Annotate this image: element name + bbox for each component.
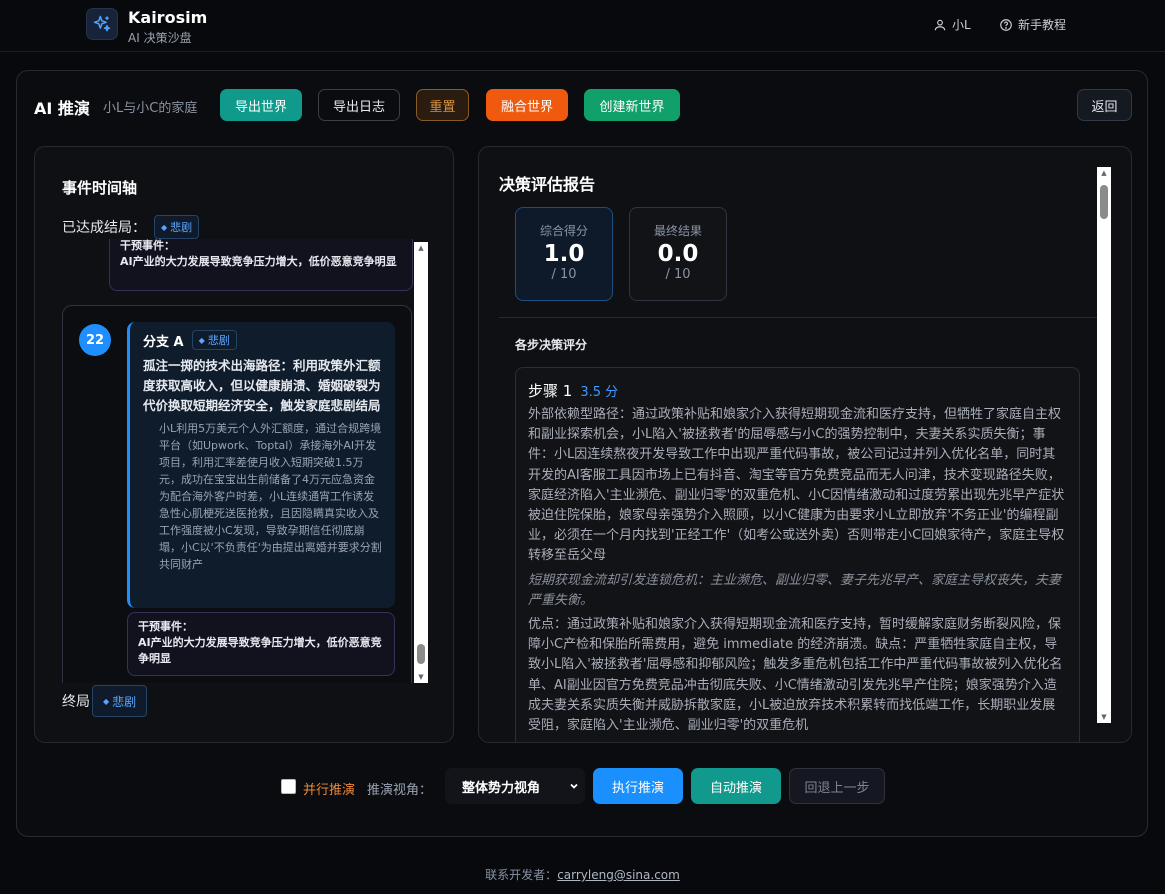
view-select-value: 整体势力视角: [462, 780, 541, 796]
view-select[interactable]: 整体势力视角: [445, 768, 585, 804]
scroll-down-icon[interactable]: ▼: [414, 671, 428, 683]
result-label: 最终结果: [653, 224, 702, 238]
step-card: 22 分支 A ◆ 悲剧 孤注一掷的技术出海路径：利用政策外汇额度获取高收入，但以…: [62, 305, 412, 683]
branch-details: 小L利用5万美元个人外汇额度，通过合规跨境平台（如Upwork、Toptal）承…: [143, 420, 383, 573]
step-report-summary: 短期获现金流却引发连锁危机：主业濒危、副业归零、妻子先兆早产、家庭主导权丧失，夫…: [528, 572, 1062, 608]
step-report-event: 外部依赖型路径：通过政策补贴和娘家介入获得短期现金流和医疗支持，但牺牲了家庭自主…: [528, 407, 1065, 564]
score-max: / 10: [551, 267, 577, 282]
export-world-button[interactable]: 导出世界: [220, 89, 302, 121]
branch-detail-2: 为配合海外客户时差，小L连续通宵工作诱发急性心肌梗死送医抢救，且因隐瞒真实收入及…: [159, 490, 382, 571]
scroll-down-icon[interactable]: ▼: [1097, 711, 1111, 723]
branch-title: 孤注一掷的技术出海路径：利用政策外汇额度获取高收入，但以健康崩溃、婚姻破裂为代价…: [143, 358, 381, 413]
branch-card[interactable]: 分支 A ◆ 悲剧 孤注一掷的技术出海路径：利用政策外汇额度获取高收入，但以健康崩…: [127, 322, 395, 608]
top-bar: Kairosim AI 决策沙盘 小L 新手教程: [0, 0, 1165, 52]
report-divider: [499, 317, 1097, 318]
auto-run-button[interactable]: 自动推演: [691, 768, 781, 804]
reached-ending-tag-text: 悲剧: [170, 221, 193, 234]
score-label: 综合得分: [539, 224, 588, 238]
reached-ending-label: 已达成结局：: [62, 220, 146, 236]
undo-button[interactable]: 回退上一步: [789, 768, 885, 804]
report-title: 决策评估报告: [499, 175, 596, 194]
scroll-up-icon[interactable]: ▲: [414, 242, 428, 254]
top-intervene-label: 干预事件：: [120, 239, 175, 252]
back-button[interactable]: 返回: [1077, 89, 1132, 121]
timeline-title: 事件时间轴: [62, 179, 138, 197]
report-scroll-thumb[interactable]: [1100, 185, 1108, 219]
final-ending-tag-text: 悲剧: [112, 694, 137, 709]
report-scrollbar[interactable]: ▲ ▼: [1097, 167, 1111, 723]
user-menu[interactable]: 小L: [933, 16, 971, 33]
user-icon: [934, 19, 946, 30]
timeline-scrollbar[interactable]: ▲ ▼: [414, 242, 428, 683]
branch-name: 分支 A: [143, 334, 184, 350]
tutorial-label: 新手教程: [1018, 18, 1067, 32]
branch-detail-1: 小L利用5万美元个人外汇额度，通过合规跨境平台（如Upwork、Toptal）承…: [159, 422, 382, 486]
timeline-panel: 事件时间轴 已达成结局： ◆ 悲剧 干预事件： AI产业的大力发展导致竞争压力增大…: [34, 146, 454, 743]
branch-header: 分支 A ◆ 悲剧: [143, 330, 383, 350]
footer: 联系开发者：carryleng@sina.com: [0, 866, 1165, 883]
branch-tag-text: 悲剧: [207, 334, 230, 347]
page-title: AI 推演: [34, 99, 90, 118]
final-ending: 终局 ◆ 悲剧: [62, 685, 148, 717]
diamond-icon: ◆: [103, 696, 110, 706]
tutorial-link[interactable]: 新手教程: [999, 16, 1066, 33]
steps-title: 各步决策评分: [515, 338, 588, 352]
bottom-intervene-label: 干预事件：: [138, 620, 193, 633]
app-logo[interactable]: [86, 8, 118, 40]
timeline-scroll-thumb[interactable]: [417, 644, 425, 664]
brand-subtitle: AI 决策沙盘: [128, 31, 192, 45]
export-log-button[interactable]: 导出日志: [318, 89, 400, 121]
final-ending-label: 终局: [62, 694, 90, 710]
result-card: 最终结果 0.0 / 10: [629, 207, 727, 301]
final-ending-tag: ◆ 悲剧: [92, 685, 148, 717]
step-report-card: 步骤 1 3.5 分 外部依赖型路径：通过政策补贴和娘家介入获得短期现金流和医疗…: [515, 367, 1080, 742]
step-report-score: 3.5 分: [580, 385, 619, 400]
main-container: AI 推演 小L与小C的家庭 导出世界 导出日志 重置 融合世界 创建新世界 返…: [16, 70, 1148, 837]
user-name: 小L: [952, 18, 971, 32]
reached-ending-tag: ◆ 悲剧: [154, 215, 200, 239]
brand-name: Kairosim: [128, 8, 208, 27]
result-max: / 10: [665, 267, 691, 282]
step-report-title: 步骤 1: [528, 382, 573, 400]
step-report-header: 步骤 1 3.5 分: [528, 380, 1067, 401]
bottom-intervene-card: 干预事件： AI产业的大力发展导致竞争压力增大，低价恶意竞争明显: [127, 612, 395, 676]
step-report-analysis: 优点：通过政策补贴和娘家介入获得短期现金流和医疗支持，暂时缓解家庭财务断裂风险，…: [528, 617, 1063, 734]
chevron-down-icon: [570, 783, 578, 789]
reset-button[interactable]: 重置: [416, 89, 469, 121]
parallel-label[interactable]: 并行推演: [303, 779, 355, 798]
score-card: 综合得分 1.0 / 10: [515, 207, 613, 301]
top-intervene-text: AI产业的大力发展导致竞争压力增大，低价恶意竞争明显: [120, 255, 397, 268]
merge-world-button[interactable]: 融合世界: [486, 89, 568, 121]
footer-prefix: 联系开发者：: [485, 868, 558, 882]
timeline-viewport[interactable]: 干预事件： AI产业的大力发展导致竞争压力增大，低价恶意竞争明显 22 分支 A…: [35, 239, 429, 683]
world-name: 小L与小C的家庭: [103, 101, 198, 116]
sparkle-icon: [93, 15, 111, 32]
help-circle-icon: [1000, 18, 1012, 31]
reached-ending: 已达成结局： ◆ 悲剧: [62, 215, 200, 239]
result-value: 0.0: [657, 241, 699, 267]
branch-tag: ◆ 悲剧: [191, 330, 237, 350]
run-button[interactable]: 执行推演: [593, 768, 683, 804]
view-label: 推演视角：: [367, 783, 433, 798]
contact-email-link[interactable]: carryleng@sina.com: [557, 868, 680, 882]
diamond-icon: ◆: [198, 335, 205, 345]
create-world-button[interactable]: 创建新世界: [584, 89, 680, 121]
scroll-up-icon[interactable]: ▲: [1097, 167, 1111, 179]
bottom-intervene-text: AI产业的大力发展导致竞争压力增大，低价恶意竞争明显: [138, 636, 382, 665]
diamond-icon: ◆: [161, 222, 168, 232]
report-panel: 决策评估报告 综合得分 1.0 / 10 最终结果 0.0 / 10 各步决策评…: [478, 146, 1132, 743]
score-value: 1.0: [543, 241, 585, 267]
parallel-checkbox[interactable]: [281, 779, 296, 794]
step-number-badge: 22: [79, 324, 111, 356]
top-intervene-card: 干预事件： AI产业的大力发展导致竞争压力增大，低价恶意竞争明显: [109, 239, 413, 291]
